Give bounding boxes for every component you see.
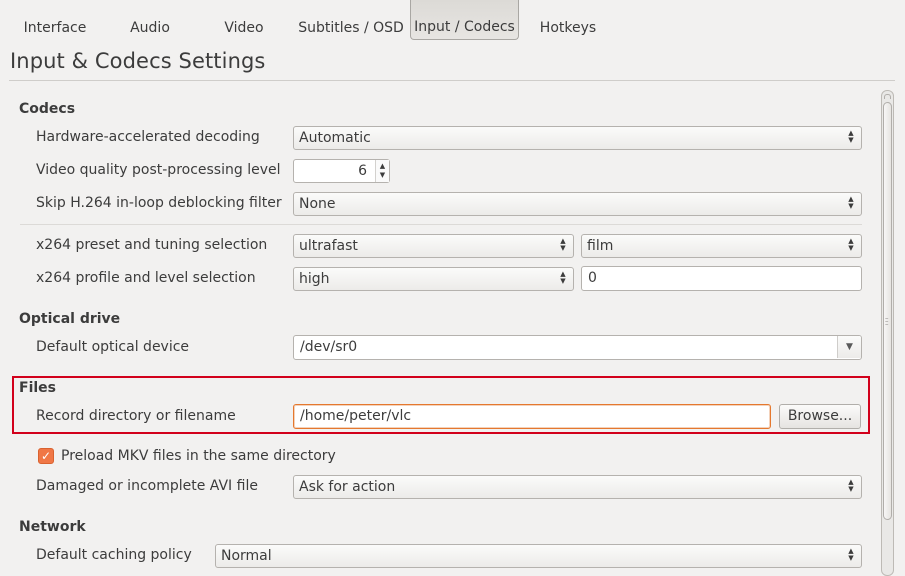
optical-device-combo[interactable]: /dev/sr0 ▼ — [293, 335, 862, 360]
tab-label: Hotkeys — [539, 20, 597, 36]
subtitles-icon — [336, 0, 366, 6]
tab-label: Audio — [130, 20, 170, 36]
section-title-optical-drive: Optical drive — [19, 311, 121, 327]
x264-preset-value: ultrafast — [299, 238, 358, 254]
grip-icon: – – – — [885, 314, 889, 328]
updown-arrows-icon: ▲ ▼ — [848, 237, 854, 252]
caching-policy-label: Default caching policy — [36, 547, 192, 563]
updown-arrows-icon: ▲ ▼ — [848, 478, 854, 493]
x264-level-value: 0 — [588, 270, 597, 286]
video-icon — [229, 0, 259, 6]
tab-audio[interactable]: Audio — [118, 0, 182, 40]
hotkeys-icon — [553, 0, 583, 6]
section-title-codecs: Codecs — [19, 101, 76, 117]
tab-label: Interface — [23, 20, 87, 36]
caching-policy-select[interactable]: Normal ▲ ▼ — [215, 544, 862, 568]
hw-decoding-select[interactable]: Automatic ▲ ▼ — [293, 126, 862, 150]
preload-mkv-label: Preload MKV files in the same directory — [61, 448, 336, 464]
record-dir-label: Record directory or filename — [36, 408, 236, 424]
tab-label: Input / Codecs — [414, 19, 515, 35]
caching-policy-value: Normal — [221, 548, 272, 564]
skip-h264-value: None — [299, 196, 336, 212]
hw-decoding-label: Hardware-accelerated decoding — [36, 129, 260, 145]
x264-profile-label: x264 profile and level selection — [36, 270, 256, 286]
codecs-divider — [20, 224, 862, 225]
section-title-files: Files — [19, 380, 56, 396]
optical-device-label: Default optical device — [36, 339, 190, 355]
postproc-spinbox[interactable]: 6 ▲ ▼ — [293, 159, 390, 183]
postproc-value: 6 — [358, 163, 367, 179]
title-divider — [9, 80, 895, 81]
updown-arrows-icon: ▲ ▼ — [848, 195, 854, 210]
spin-arrows-icon[interactable]: ▲ ▼ — [375, 160, 389, 182]
checkmark-icon: ✓ — [40, 449, 52, 463]
tab-label: Subtitles / OSD — [298, 20, 404, 36]
tab-subtitles-osd[interactable]: Subtitles / OSD — [294, 0, 408, 40]
chevron-down-icon[interactable]: ▼ — [837, 336, 861, 358]
interface-cone-icon — [40, 0, 70, 6]
x264-profile-select[interactable]: high ▲ ▼ — [293, 267, 574, 291]
updown-arrows-icon: ▲ ▼ — [560, 237, 566, 252]
updown-arrows-icon: ▲ ▼ — [848, 547, 854, 562]
tab-input-codecs[interactable]: Input / Codecs — [410, 0, 519, 40]
updown-arrows-icon: ▲ ▼ — [560, 270, 566, 285]
damaged-avi-value: Ask for action — [299, 479, 396, 495]
x264-tuning-select[interactable]: film ▲ ▼ — [581, 234, 862, 258]
tab-label: Video — [224, 20, 264, 36]
section-title-network: Network — [19, 519, 86, 535]
optical-device-value: /dev/sr0 — [300, 339, 358, 355]
damaged-avi-label: Damaged or incomplete AVI file — [36, 478, 258, 494]
record-dir-input[interactable]: /home/peter/vlc — [293, 404, 771, 429]
vertical-scrollbar[interactable]: – – – — [881, 90, 894, 576]
updown-arrows-icon: ▲ ▼ — [848, 129, 854, 144]
skip-h264-label: Skip H.264 in-loop deblocking filter — [36, 195, 282, 211]
x264-preset-select[interactable]: ultrafast ▲ ▼ — [293, 234, 574, 258]
damaged-avi-select[interactable]: Ask for action ▲ ▼ — [293, 475, 862, 499]
record-dir-value: /home/peter/vlc — [300, 408, 412, 424]
x264-tuning-value: film — [587, 238, 614, 254]
page-title: Input & Codecs Settings — [10, 49, 266, 73]
skip-h264-select[interactable]: None ▲ ▼ — [293, 192, 862, 216]
x264-preset-label: x264 preset and tuning selection — [36, 237, 268, 253]
audio-icon — [135, 0, 165, 6]
scroll-up-icon[interactable] — [884, 94, 891, 99]
x264-level-input[interactable]: 0 — [581, 266, 862, 291]
input-codecs-icon — [450, 0, 480, 6]
tab-video[interactable]: Video — [210, 0, 278, 40]
scrollbar-thumb[interactable]: – – – — [883, 102, 892, 520]
hw-decoding-value: Automatic — [299, 130, 371, 146]
tab-interface[interactable]: Interface — [16, 0, 94, 40]
tab-hotkeys[interactable]: Hotkeys — [533, 0, 603, 40]
preferences-tab-bar: Interface Audio Video Subtitles / OSD In… — [0, 0, 905, 44]
postproc-label: Video quality post-processing level — [36, 162, 281, 178]
x264-profile-value: high — [299, 271, 330, 287]
browse-button[interactable]: Browse... — [779, 404, 861, 429]
preload-mkv-checkbox[interactable]: ✓ — [38, 448, 54, 464]
